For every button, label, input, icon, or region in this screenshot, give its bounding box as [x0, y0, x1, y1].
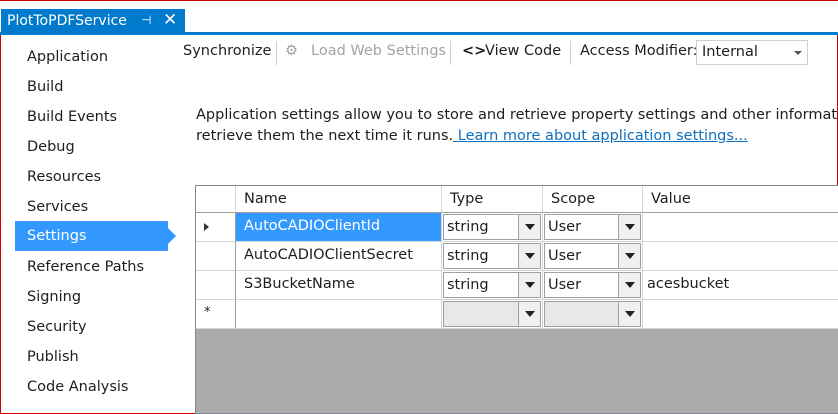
view-code-icon: <>	[462, 43, 487, 59]
toolbar-separator	[450, 41, 451, 65]
access-modifier-dropdown[interactable]: Internal	[696, 40, 808, 65]
document-tab-strip: PlotToPDFService ⊣ ✕	[0, 0, 838, 35]
type-dropdown[interactable]: string	[443, 272, 541, 298]
chevron-down-icon	[794, 51, 802, 55]
type-dropdown[interactable]	[443, 301, 541, 327]
document-tab[interactable]: PlotToPDFService ⊣ ✕	[1, 9, 185, 33]
access-modifier-value: Internal	[702, 44, 758, 60]
column-header-type[interactable]: Type	[442, 186, 543, 213]
settings-toolbar: Synchronize ⚙ Load Web Settings <> View …	[183, 36, 838, 70]
setting-value-cell[interactable]	[643, 213, 838, 242]
sidebar-item-code-analysis[interactable]: Code Analysis	[15, 372, 168, 402]
column-header-value[interactable]: Value	[643, 186, 838, 213]
sidebar-item-services[interactable]: Services	[15, 192, 168, 222]
setting-type-cell: string	[442, 271, 543, 300]
setting-scope-cell: User	[543, 213, 643, 242]
setting-scope-cell: User	[543, 271, 643, 300]
load-web-settings-button[interactable]: Load Web Settings	[311, 43, 446, 59]
setting-type-cell: string	[442, 242, 543, 271]
load-web-settings-icon: ⚙	[285, 43, 298, 59]
new-setting-type-cell	[442, 300, 543, 329]
sidebar-item-settings[interactable]: Settings	[15, 221, 168, 251]
chevron-down-icon[interactable]	[518, 273, 540, 297]
sidebar-item-signing[interactable]: Signing	[15, 282, 168, 312]
column-header-scope[interactable]: Scope	[543, 186, 643, 213]
settings-description: Application settings allow you to store …	[196, 105, 838, 147]
row-header[interactable]	[196, 271, 236, 300]
chevron-down-icon[interactable]	[618, 244, 640, 268]
view-code-button[interactable]: View Code	[485, 43, 561, 59]
sidebar-item-build[interactable]: Build	[15, 72, 168, 102]
scope-dropdown[interactable]: User	[544, 272, 641, 298]
learn-more-link[interactable]: Learn more about application settings...	[453, 128, 748, 144]
column-header-name[interactable]: Name	[236, 186, 442, 213]
synchronize-button[interactable]: Synchronize	[183, 43, 271, 59]
settings-grid: Name Type Scope Value AutoCADIOClientId …	[195, 185, 838, 414]
pin-icon[interactable]: ⊣	[141, 13, 151, 27]
new-setting-value-cell[interactable]	[643, 300, 838, 329]
new-row-header[interactable]: *	[196, 300, 236, 329]
setting-value-cell[interactable]: acesbucket	[643, 271, 838, 300]
sidebar-item-reference-paths[interactable]: Reference Paths	[15, 252, 168, 282]
grid-corner-header	[196, 186, 236, 213]
new-row-marker: *	[204, 305, 211, 320]
setting-value-cell[interactable]	[643, 242, 838, 271]
new-setting-name-cell[interactable]	[236, 300, 442, 329]
setting-type-cell: string	[442, 213, 543, 242]
type-dropdown[interactable]: string	[443, 243, 541, 269]
description-line-2: retrieve them the next time it runs. Lea…	[196, 126, 838, 147]
sidebar-item-build-events[interactable]: Build Events	[15, 102, 168, 132]
toolbar-separator	[276, 41, 277, 65]
scope-dropdown[interactable]	[544, 301, 641, 327]
description-line-2-text: retrieve them the next time it runs.	[196, 128, 454, 144]
property-pages-sidebar: Application Build Build Events Debug Res…	[0, 34, 190, 414]
sidebar-item-security[interactable]: Security	[15, 312, 168, 342]
scope-dropdown[interactable]: User	[544, 214, 641, 240]
chevron-down-icon[interactable]	[618, 215, 640, 239]
current-row-arrow-icon	[204, 223, 209, 231]
chevron-down-icon[interactable]	[518, 302, 540, 326]
sidebar-item-debug[interactable]: Debug	[15, 132, 168, 162]
description-line-1: Application settings allow you to store …	[196, 107, 838, 123]
row-header[interactable]	[196, 213, 236, 242]
document-tab-title: PlotToPDFService	[7, 13, 127, 29]
row-header[interactable]	[196, 242, 236, 271]
chevron-down-icon[interactable]	[618, 302, 640, 326]
chevron-down-icon[interactable]	[518, 215, 540, 239]
sidebar-item-publish[interactable]: Publish	[15, 342, 168, 372]
setting-name-cell[interactable]: AutoCADIOClientSecret	[236, 242, 442, 271]
scope-dropdown[interactable]: User	[544, 243, 641, 269]
setting-name-cell[interactable]: S3BucketName	[236, 271, 442, 300]
type-dropdown[interactable]: string	[443, 214, 541, 240]
close-icon[interactable]: ✕	[163, 10, 177, 30]
sidebar-item-resources[interactable]: Resources	[15, 162, 168, 192]
toolbar-separator	[570, 41, 571, 65]
chevron-down-icon[interactable]	[618, 273, 640, 297]
access-modifier-label: Access Modifier:	[580, 43, 698, 59]
sidebar-item-application[interactable]: Application	[15, 42, 168, 72]
new-setting-scope-cell	[543, 300, 643, 329]
setting-name-cell[interactable]: AutoCADIOClientId	[236, 213, 442, 242]
chevron-down-icon[interactable]	[518, 244, 540, 268]
setting-scope-cell: User	[543, 242, 643, 271]
active-item-arrow-icon	[168, 228, 176, 244]
